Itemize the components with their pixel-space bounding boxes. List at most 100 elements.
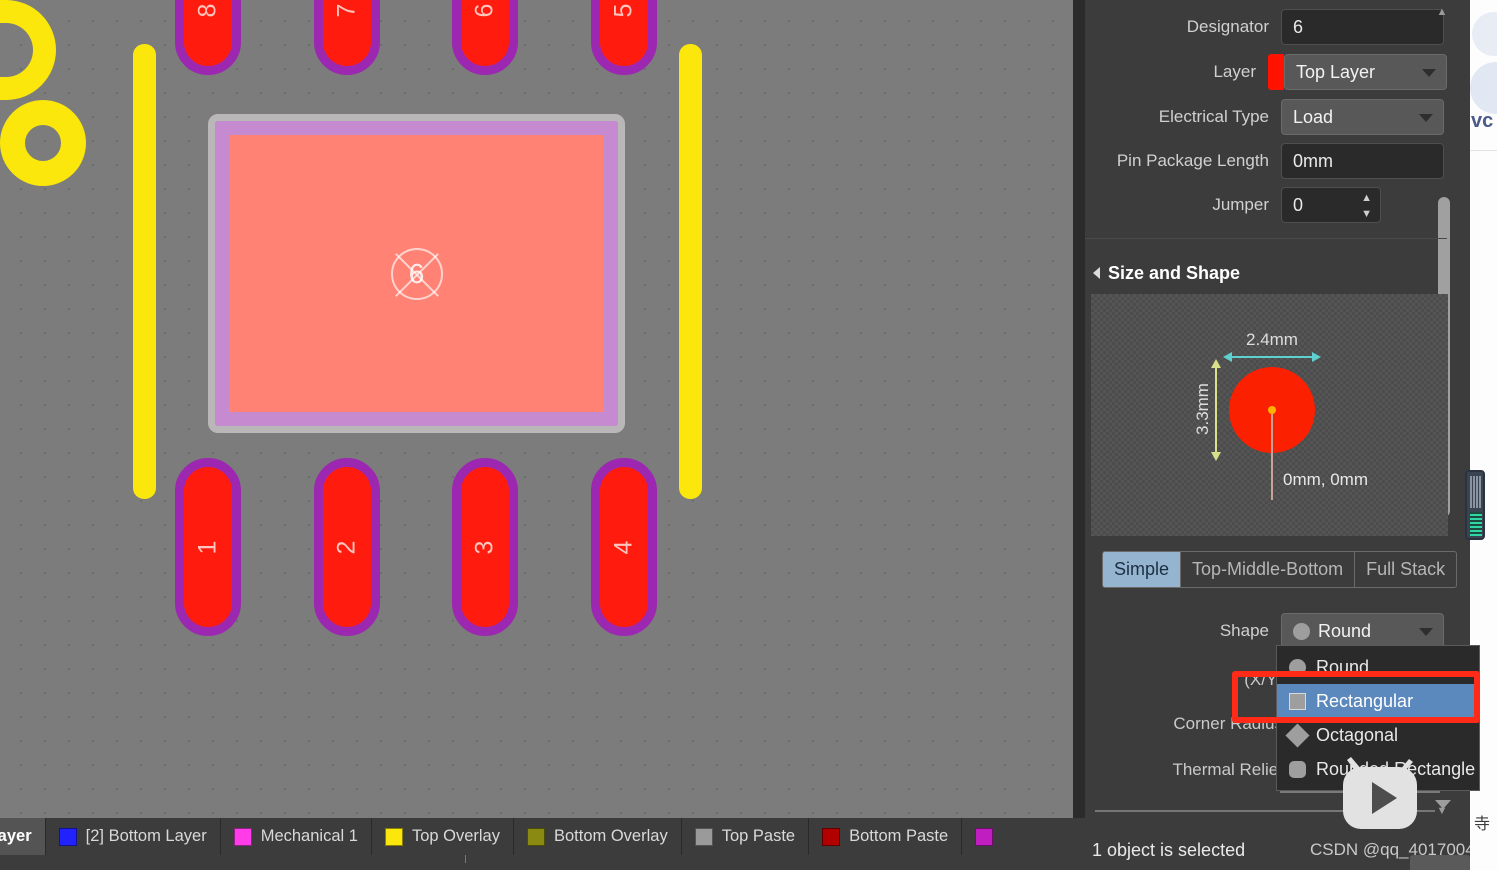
scroll-tick [465,855,466,863]
silkscreen-pin1-marker-icon [0,100,86,186]
layer-color-swatch [975,827,994,846]
shape-field-row: Shape Round [1085,613,1447,649]
electrical-type-label: Electrical Type [1158,107,1269,126]
layer-tab-bottom-paste[interactable]: Bottom Paste [809,818,963,855]
pad-5[interactable]: 5 [591,0,657,75]
pad-label: 3 [470,540,499,554]
stack-tab-simple[interactable]: Simple [1103,552,1182,587]
thermal-relief-label: Thermal Relief [1172,760,1283,779]
layer-label: Layer [1213,62,1256,81]
shape-label: Shape [1219,621,1269,640]
preview-height-dimension-line [1211,359,1221,461]
field-row-designator: Designator 6 [1085,9,1447,45]
play-button-watermark-icon [1337,757,1423,833]
jumper-stepper[interactable]: 0 ▲ ▼ [1281,187,1381,223]
sliver-cjk-text: 寺 [1474,816,1491,833]
edge-indicator-widget[interactable] [1465,470,1485,540]
jumper-value: 0 [1293,194,1304,215]
layer-tab-bar[interactable]: Top Layer [2] Bottom Layer Mechanical 1 Top… [0,818,1085,855]
pad-3[interactable]: 3 [452,458,518,636]
designator-input[interactable]: 6 [1281,9,1444,45]
layer-tab-mechanical-1[interactable]: Mechanical 1 [221,818,372,855]
shape-option-round[interactable]: Round [1277,650,1479,684]
shape-option-octagonal[interactable]: Octagonal [1277,718,1479,752]
pad-4[interactable]: 4 [591,458,657,636]
pad-7[interactable]: 7 [314,0,380,75]
collapse-triangle-icon [1093,267,1100,279]
round-icon [1289,658,1306,676]
layer-tab-top-paste[interactable]: Top Paste [682,818,810,855]
layer-tab-label: Top Layer [0,827,32,845]
stack-tab-full-stack[interactable]: Full Stack [1355,552,1456,587]
layer-tab-label: Bottom Overlay [553,827,668,845]
status-text: 1 object is selected [1092,839,1246,860]
pad-shape-preview: 2.4mm 3.3mm 0mm, 0mm [1091,294,1448,536]
pad-selected-marker-icon: 6 [390,247,443,300]
pad-6[interactable]: 6 [452,0,518,75]
layer-bar-underline [0,855,1085,870]
layer-tab-label: Mechanical 1 [260,827,358,845]
silkscreen-left-line [133,44,156,499]
chevron-down-icon [1422,69,1436,77]
electrical-type-combobox[interactable]: Load [1281,99,1444,135]
layer-tab-label: [2] Bottom Layer [85,827,207,845]
shape-option-label: Rectangular [1316,690,1414,711]
xy-size-label: (X/Y) [1244,670,1283,689]
chevron-down-icon [1419,114,1433,122]
size-and-shape-title: Size and Shape [1108,262,1241,283]
chevron-down-icon [1419,628,1433,636]
layer-color-chip [1268,54,1284,90]
stepper-down-icon[interactable]: ▼ [1361,207,1372,221]
layer-tab-label: Bottom Paste [849,827,949,845]
layer-combobox[interactable]: Top Layer [1284,54,1447,90]
layer-color-swatch [58,827,77,846]
layer-value: Top Layer [1296,61,1376,82]
center-thermal-pad[interactable]: 6 [208,114,625,433]
pad-label: 6 [470,3,499,17]
pin-package-length-input[interactable]: 0mm [1281,143,1444,179]
round-icon [1293,622,1310,640]
shape-combobox[interactable]: Round [1281,613,1444,649]
shape-option-label: Octagonal [1316,724,1399,745]
octagonal-icon [1285,722,1310,748]
pad-8[interactable]: 8 [175,0,241,75]
rectangular-icon [1289,692,1306,710]
layer-tab-bottom-overlay[interactable]: Bottom Overlay [514,818,682,855]
layer-color-swatch [384,827,403,846]
layer-tab-extra[interactable] [962,818,1006,855]
preview-height-label: 3.3mm [1193,383,1212,435]
electrical-type-value: Load [1293,106,1334,127]
corner-radius-label: Corner Radius [1173,714,1283,733]
pad-label: 1 [193,540,222,554]
pad-label: 8 [193,3,222,17]
stack-tab-top-middle-bottom[interactable]: Top-Middle-Bottom [1181,552,1356,587]
layer-tab-label: Top Overlay [411,827,500,845]
preview-width-label: 2.4mm [1246,330,1298,349]
preview-origin-dot-icon [1268,406,1276,414]
shape-option-label: Round [1316,656,1370,677]
shape-option-rectangular[interactable]: Rectangular [1277,684,1479,718]
pcb-canvas[interactable]: 6 8 7 6 5 1 2 3 4 [0,0,1073,818]
preview-origin-leader-line [1271,410,1273,500]
silkscreen-notch-icon [0,0,56,100]
designator-label: Designator [1186,17,1269,36]
pad-stack-mode-tabs[interactable]: Simple Top-Middle-Bottom Full Stack [1102,551,1458,588]
preview-width-dimension-line [1223,352,1321,362]
field-row-layer: Layer Top Layer [1085,54,1447,90]
shape-combobox-value: Round [1318,620,1372,641]
stepper-up-icon[interactable]: ▲ [1361,191,1372,205]
size-and-shape-section-header[interactable]: Size and Shape [1085,256,1447,290]
layer-tab-top-layer[interactable]: Top Layer [0,818,46,855]
pad-2[interactable]: 2 [314,458,380,636]
field-row-electrical-type: Electrical Type Load [1085,99,1447,135]
app-window: 6 8 7 6 5 1 2 3 4 Top Layer [2] Bottom Layer Mech… [0,0,1497,870]
preview-origin-label: 0mm, 0mm [1283,470,1368,489]
panel-bottom-chevron-down-icon[interactable] [1435,800,1451,809]
layer-color-swatch [233,827,252,846]
layer-tab-2-bottom-layer[interactable]: [2] Bottom Layer [46,818,221,855]
layer-tab-top-overlay[interactable]: Top Overlay [372,818,514,855]
jumper-label: Jumper [1212,195,1269,214]
center-pad-label: 6 [408,257,425,289]
pad-1[interactable]: 1 [175,458,241,636]
rounded-rectangle-icon [1289,760,1306,778]
